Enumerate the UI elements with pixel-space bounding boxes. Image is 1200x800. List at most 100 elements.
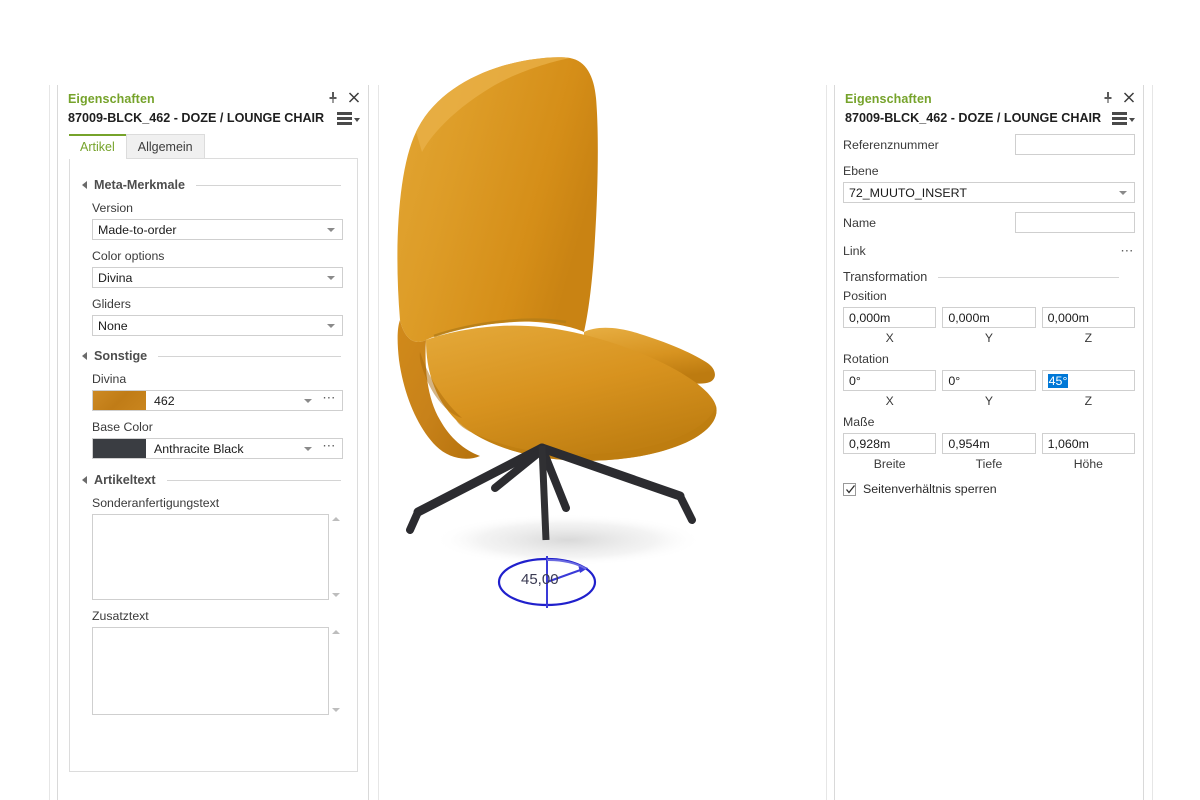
- hamburger-menu-icon[interactable]: [1112, 112, 1135, 125]
- close-icon[interactable]: [1123, 91, 1135, 104]
- rotation-readout: 45,00: [521, 571, 559, 588]
- chevron-down-icon: [304, 398, 313, 403]
- left-panel-header: Eigenschaften 87009-BLCK_462 - DOZE / LO…: [58, 85, 368, 125]
- section-header-transformation[interactable]: Transformation: [843, 270, 1135, 284]
- section-header-artikeltext[interactable]: Artikeltext: [70, 473, 357, 487]
- dimension-height-input[interactable]: 1,060m: [1041, 433, 1135, 454]
- field-label: Ebene: [843, 164, 879, 178]
- section-header-sonstige[interactable]: Sonstige: [70, 349, 357, 363]
- hamburger-menu-icon[interactable]: [337, 112, 360, 125]
- right-panel-title: Eigenschaften: [845, 92, 932, 106]
- dimension-width-input[interactable]: 0,928m: [843, 433, 937, 454]
- scroll-down-icon[interactable]: [332, 708, 340, 712]
- field-ebene: Ebene 72_MUUTO_INSERT: [843, 164, 1135, 203]
- chevron-down-icon: [1119, 190, 1127, 195]
- position-z-input[interactable]: 0,000m: [1041, 307, 1135, 328]
- position-y-input[interactable]: 0,000m: [942, 307, 1036, 328]
- lock-aspect-ratio-label: Seitenverhältnis sperren: [863, 482, 997, 496]
- right-panel-outer-edge-right: [1152, 85, 1153, 800]
- dimensions-label: Maße: [843, 415, 875, 429]
- field-label: Referenznummer: [843, 137, 939, 152]
- left-panel-outer-edge-right: [378, 85, 379, 800]
- chevron-down-icon: [354, 117, 360, 122]
- scroll-up-icon[interactable]: [332, 630, 340, 634]
- scroll-up-icon[interactable]: [332, 517, 340, 521]
- ebene-value: 72_MUUTO_INSERT: [849, 185, 967, 200]
- section-title: Sonstige: [94, 349, 148, 363]
- section-header-meta-merkmale[interactable]: Meta-Merkmale: [70, 178, 357, 192]
- position-x-input[interactable]: 0,000m: [843, 307, 937, 328]
- collapse-triangle-icon: [82, 476, 87, 484]
- field-label: Gliders: [92, 297, 131, 311]
- zusatztext-wrapper: [92, 627, 343, 715]
- chair-backrest: [397, 57, 598, 342]
- sonderanfertigungstext-wrapper: [92, 514, 343, 600]
- section-rule: [938, 276, 1119, 278]
- sonderanfertigungstext-textarea[interactable]: [92, 514, 329, 600]
- field-label: Zusatztext: [92, 609, 149, 623]
- color-swatch-base: [93, 439, 146, 458]
- rotation-x-input[interactable]: 0°: [843, 370, 937, 391]
- ebene-combobox[interactable]: 72_MUUTO_INSERT: [843, 182, 1135, 203]
- textarea-scrollbar[interactable]: [329, 514, 343, 600]
- zusatztext-textarea[interactable]: [92, 627, 329, 715]
- textarea-scrollbar[interactable]: [329, 627, 343, 715]
- pin-icon[interactable]: [1102, 91, 1114, 104]
- more-options-icon[interactable]: ⋯: [319, 391, 342, 407]
- scroll-down-icon[interactable]: [332, 593, 340, 597]
- pin-icon[interactable]: [327, 91, 339, 104]
- divina-value: 462: [154, 393, 175, 408]
- more-options-icon[interactable]: ⋯: [319, 439, 342, 455]
- right-panel-header: Eigenschaften 87009-BLCK_462 - DOZE / LO…: [835, 85, 1143, 125]
- left-panel-tabs: Artikel Allgemein: [69, 133, 368, 159]
- lounge-chair-render[interactable]: [390, 0, 810, 800]
- section-rule: [196, 184, 341, 186]
- dimension-caption-breite: Breite: [873, 457, 906, 471]
- version-combobox[interactable]: Made-to-order: [92, 219, 343, 240]
- chevron-down-icon: [1129, 117, 1135, 122]
- name-input[interactable]: [1015, 212, 1135, 233]
- referenznummer-input[interactable]: [1015, 134, 1135, 155]
- color-swatch-divina: [93, 391, 146, 410]
- rotation-z-input[interactable]: 45°: [1041, 370, 1135, 391]
- position-fields: 0,000m 0,000m 0,000m: [843, 307, 1135, 328]
- application-screen: Eigenschaften 87009-BLCK_462 - DOZE / LO…: [0, 0, 1200, 800]
- lock-aspect-ratio-checkbox[interactable]: [843, 482, 856, 496]
- collapse-triangle-icon: [82, 181, 87, 189]
- divina-color-combobox[interactable]: 462 ⋯: [92, 390, 343, 411]
- dimension-caption-hoehe: Höhe: [1073, 457, 1103, 471]
- gliders-value: None: [98, 318, 128, 333]
- dimension-caption-tiefe: Tiefe: [975, 457, 1003, 471]
- rotation-fields: 0° 0° 45°: [843, 370, 1135, 391]
- section-rule: [166, 479, 341, 481]
- section-title: Artikeltext: [94, 473, 156, 487]
- color-options-value: Divina: [98, 270, 133, 285]
- color-options-combobox[interactable]: Divina: [92, 267, 343, 288]
- chevron-down-icon: [327, 323, 335, 328]
- field-version: Version Made-to-order: [70, 201, 357, 240]
- rotation-label: Rotation: [843, 352, 889, 366]
- chevron-down-icon: [304, 446, 313, 451]
- right-panel-subtitle: 87009-BLCK_462 - DOZE / LOUNGE CHAIR: [845, 111, 1102, 125]
- tab-artikel[interactable]: Artikel: [69, 134, 126, 159]
- field-label: Version: [92, 201, 134, 215]
- field-base-color: Base Color Anthracite Black ⋯: [70, 420, 357, 459]
- model-viewport[interactable]: 45,00: [390, 0, 810, 800]
- axis-caption-x: X: [885, 394, 894, 408]
- axis-caption-z: Z: [1084, 394, 1093, 408]
- gliders-combobox[interactable]: None: [92, 315, 343, 336]
- left-panel-tab-content: Meta-Merkmale Version Made-to-order Colo…: [69, 158, 358, 772]
- lock-aspect-ratio-row[interactable]: Seitenverhältnis sperren: [843, 482, 1135, 496]
- checkmark-icon: [846, 484, 856, 494]
- close-icon[interactable]: [348, 91, 360, 104]
- tab-allgemein[interactable]: Allgemein: [125, 134, 205, 159]
- field-referenznummer: Referenznummer: [843, 134, 1135, 155]
- chevron-down-icon: [327, 275, 335, 280]
- rotation-y-input[interactable]: 0°: [942, 370, 1036, 391]
- left-panel-subtitle: 87009-BLCK_462 - DOZE / LOUNGE CHAIR: [68, 111, 325, 125]
- field-name: Name: [843, 212, 1135, 233]
- dimension-depth-input[interactable]: 0,954m: [942, 433, 1036, 454]
- link-more-options-icon[interactable]: ⋯: [1120, 244, 1135, 257]
- base-color-combobox[interactable]: Anthracite Black ⋯: [92, 438, 343, 459]
- field-label: Divina: [92, 372, 127, 386]
